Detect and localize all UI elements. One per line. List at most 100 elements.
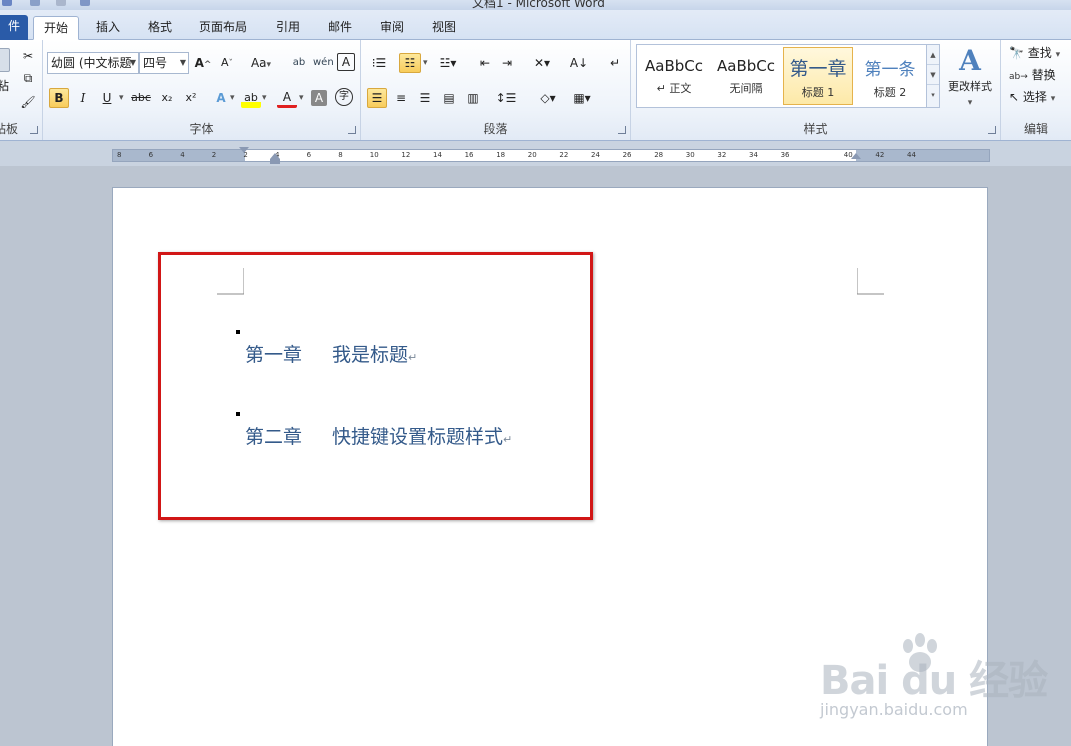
font-launcher-icon[interactable] [348,126,356,134]
find-button[interactable]: 🔭 查找 ▾ [1009,44,1060,61]
align-left-button[interactable]: ☰ [367,88,387,108]
bold-button[interactable]: B [49,88,69,108]
highlight-dropdown-icon[interactable]: ▾ [262,93,267,103]
ribbon-tabs: 件 开始 插入 格式 页面布局 引用 邮件 审阅 视图 [0,10,1071,40]
chinese-layout-icon[interactable]: ✕▾ [529,53,555,73]
ruler-tick-label: 8 [338,151,343,159]
crop-mark-top-right [857,268,884,295]
ruler-area: 8 6 4 2 2 4 6 8 10 12 14 16 18 20 22 24 26 28 30 32 34 36 40 42… [0,141,1071,166]
enclose-characters-button[interactable]: 字 [335,88,353,106]
find-dropdown-icon: ▾ [1055,50,1061,60]
paste-icon[interactable] [0,48,10,72]
style-heading-2[interactable]: 第一条 标题 2 [855,47,925,105]
gallery-up-icon[interactable]: ▲ [927,45,939,65]
italic-button[interactable]: I [73,88,93,108]
tab-page-layout[interactable]: 页面布局 [190,16,256,40]
phonetic-guide-icon[interactable]: ab [289,53,309,73]
ruler-tick-label: 28 [654,151,664,159]
numbering-dropdown-icon[interactable]: ▾ [423,58,428,68]
replace-button[interactable]: ab→ 替换 [1009,66,1056,83]
character-shading-button[interactable]: A [311,90,327,106]
underline-dropdown-icon[interactable]: ▾ [119,93,124,103]
tab-references[interactable]: 引用 [266,16,310,40]
ruler-tick-label: 10 [369,151,379,159]
strikethrough-button[interactable]: abc [129,88,153,108]
increase-indent-icon[interactable]: ⇥ [497,53,517,73]
ruler-tick-label: 32 [717,151,727,159]
gallery-down-icon[interactable]: ▼ [927,65,939,85]
select-icon: ↖ [1009,90,1020,104]
change-case-button[interactable]: Aa▾ [247,53,275,73]
first-line-indent-marker[interactable] [239,147,249,153]
change-styles-button[interactable]: A 更改样式 ▾ [943,44,997,120]
ruler-tick-label: 6 [306,151,312,159]
multilevel-list-button[interactable]: ☳▾ [435,53,461,73]
ruler-tick-label: 22 [559,151,569,159]
format-painter-icon[interactable]: 🖌 [18,92,38,112]
gallery-more-icon[interactable]: ▾ [927,85,939,105]
font-name-combo[interactable]: 幼圆 (中文标题 ▼ [47,52,139,74]
subscript-button[interactable]: x₂ [157,88,177,108]
style-normal[interactable]: AaBbCc ↵ 正文 [639,47,709,105]
font-size-combo[interactable]: 四号 ▼ [139,52,189,74]
undo-icon[interactable] [30,0,40,6]
select-button[interactable]: ↖ 选择 ▾ [1009,88,1055,105]
clipboard-launcher-icon[interactable] [30,126,38,134]
highlight-annotation-box [158,252,593,520]
font-color-button[interactable]: A [277,88,297,108]
repeat-icon[interactable] [80,0,90,6]
shrink-font-label: A [220,56,229,69]
tab-home[interactable]: 开始 [33,16,79,40]
justify-icon[interactable]: ▤ [439,88,459,108]
sort-icon[interactable]: A↓ [569,53,589,73]
tab-review[interactable]: 审阅 [370,16,414,40]
style-no-spacing-sample: AaBbCc [717,57,775,75]
font-size-dropdown-icon[interactable]: ▼ [180,53,186,73]
show-marks-icon[interactable]: ↵ [605,53,625,73]
shading-icon[interactable]: ◇▾ [535,88,561,108]
decrease-indent-icon[interactable]: ⇤ [475,53,495,73]
change-styles-label: 更改样式 [948,80,992,93]
font-name-dropdown-icon[interactable]: ▼ [130,53,136,73]
grow-font-button[interactable]: A^ [193,53,213,73]
tab-file[interactable]: 件 [0,15,28,40]
line-spacing-icon[interactable]: ↕☰ [493,88,519,108]
align-center-icon[interactable]: ≡ [391,88,411,108]
font-color-dropdown-icon[interactable]: ▾ [299,93,304,103]
shrink-font-button[interactable]: Aˇ [217,53,237,73]
tab-insert[interactable]: 插入 [86,16,130,40]
align-right-icon[interactable]: ☰ [415,88,435,108]
underline-button[interactable]: U [97,88,117,108]
borders-icon[interactable]: ▦▾ [569,88,595,108]
style-no-spacing[interactable]: AaBbCc 无间隔 [711,47,781,105]
paragraph-launcher-icon[interactable] [618,126,626,134]
save-icon[interactable] [2,0,12,6]
distributed-icon[interactable]: ▥ [463,88,483,108]
numbering-button[interactable]: ☷ [399,53,421,73]
find-label: 查找 [1027,46,1052,60]
window-title: 文档1 - Microsoft Word [472,0,605,10]
highlight-button[interactable]: ab [241,88,261,108]
paragraph-group: ⁝☰ ☷ ▾ ☳▾ ⇤ ⇥ ✕▾ A↓ ↵ ☰ ≡ ☰ ▤ ▥ ↕☰ ◇▾ ▦▾… [361,40,631,140]
character-border-icon[interactable]: A [337,53,355,71]
copy-icon[interactable]: ⧉ [18,68,38,88]
superscript-button[interactable]: x² [181,88,201,108]
styles-launcher-icon[interactable] [988,126,996,134]
style-heading-1[interactable]: 第一章 标题 1 [783,47,853,105]
left-indent-marker[interactable] [270,159,280,164]
styles-gallery-scroll[interactable]: ▲ ▼ ▾ [926,45,939,107]
ruler-tick-label: 14 [433,151,442,159]
redo-icon[interactable] [56,0,66,6]
editing-group-label: 编辑 [1023,122,1048,136]
paste-label[interactable]: 粘 [0,76,12,96]
clear-format-icon[interactable]: wén [313,53,334,73]
tab-format[interactable]: 格式 [138,16,182,40]
right-indent-marker[interactable] [851,153,861,159]
bullets-button[interactable]: ⁝☰ [367,53,391,73]
text-effects-button[interactable]: A [211,88,231,108]
tab-view[interactable]: 视图 [422,16,466,40]
tab-mailings[interactable]: 邮件 [318,16,362,40]
grow-font-label: A [194,56,204,70]
text-effects-dropdown-icon[interactable]: ▾ [230,93,235,103]
cut-icon[interactable]: ✂ [18,46,38,66]
